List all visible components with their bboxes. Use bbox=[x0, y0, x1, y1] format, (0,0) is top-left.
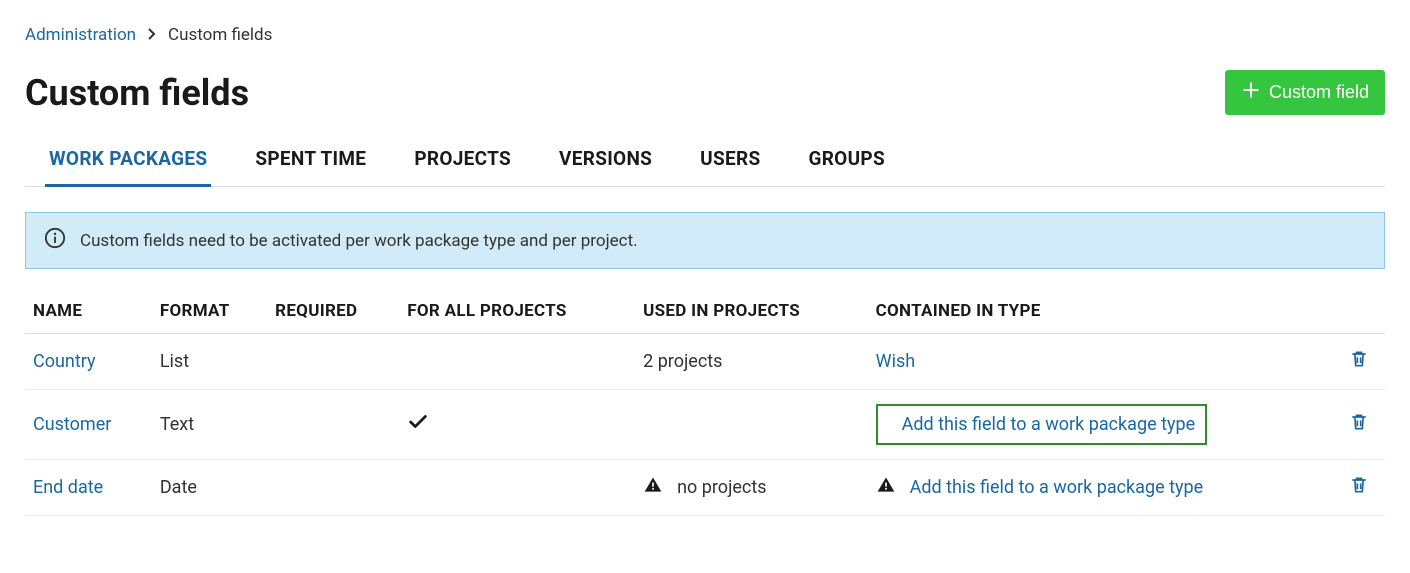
add-custom-field-button[interactable]: Custom field bbox=[1225, 70, 1385, 115]
format-value: Text bbox=[152, 390, 267, 460]
tab-groups[interactable]: GROUPS bbox=[804, 135, 889, 187]
used-in-text: no projects bbox=[677, 477, 766, 498]
type-link[interactable]: Wish bbox=[876, 351, 916, 372]
warning-icon bbox=[643, 475, 663, 500]
contained-in-value: Wish bbox=[868, 334, 1335, 390]
required-value bbox=[267, 334, 399, 390]
used-in-value: no projects bbox=[635, 460, 867, 516]
col-format[interactable]: FORMAT bbox=[152, 289, 267, 334]
for-all-value bbox=[399, 334, 635, 390]
tab-spent-time[interactable]: SPENT TIME bbox=[251, 135, 370, 187]
tab-projects[interactable]: PROJECTS bbox=[410, 135, 515, 187]
used-in-value bbox=[635, 390, 867, 460]
custom-field-name-link[interactable]: Customer bbox=[33, 414, 111, 435]
trash-icon bbox=[1349, 474, 1369, 496]
delete-button[interactable] bbox=[1349, 348, 1369, 370]
table-row: Country List 2 projects Wish bbox=[25, 334, 1385, 390]
col-actions bbox=[1335, 289, 1385, 334]
tab-work-packages[interactable]: WORK PACKAGES bbox=[45, 135, 211, 187]
for-all-value bbox=[399, 390, 635, 460]
breadcrumb-parent-link[interactable]: Administration bbox=[25, 25, 136, 45]
used-in-value: 2 projects bbox=[635, 334, 867, 390]
col-required[interactable]: REQUIRED bbox=[267, 289, 399, 334]
info-banner-text: Custom fields need to be activated per w… bbox=[80, 231, 638, 251]
custom-fields-table: NAME FORMAT REQUIRED FOR ALL PROJECTS US… bbox=[25, 289, 1385, 516]
add-to-type-link[interactable]: Add this field to a work package type bbox=[902, 414, 1196, 435]
warning-icon bbox=[876, 475, 896, 500]
delete-button[interactable] bbox=[1349, 411, 1369, 433]
required-value bbox=[267, 460, 399, 516]
trash-icon bbox=[1349, 348, 1369, 370]
page-title: Custom fields bbox=[25, 72, 249, 114]
page-header: Custom fields Custom field bbox=[25, 70, 1385, 115]
info-banner: Custom fields need to be activated per w… bbox=[25, 212, 1385, 269]
plus-icon bbox=[1241, 80, 1261, 105]
col-used-in[interactable]: USED IN PROJECTS bbox=[635, 289, 867, 334]
custom-field-name-link[interactable]: End date bbox=[33, 477, 103, 498]
for-all-value bbox=[399, 460, 635, 516]
breadcrumb-current: Custom fields bbox=[168, 25, 272, 45]
table-row: End date Date no projects Add this field to… bbox=[25, 460, 1385, 516]
format-value: List bbox=[152, 334, 267, 390]
check-icon bbox=[407, 411, 429, 433]
table-row: Customer Text Add this field to a work pac… bbox=[25, 390, 1385, 460]
tabs: WORK PACKAGES SPENT TIME PROJECTS VERSIO… bbox=[25, 135, 1385, 187]
breadcrumb: Administration Custom fields bbox=[25, 25, 1385, 45]
col-contained-in[interactable]: CONTAINED IN TYPE bbox=[868, 289, 1335, 334]
info-icon bbox=[44, 227, 66, 254]
chevron-right-icon bbox=[148, 25, 156, 45]
contained-in-value: Add this field to a work package type bbox=[868, 390, 1335, 460]
add-to-type-link[interactable]: Add this field to a work package type bbox=[910, 477, 1204, 498]
tab-versions[interactable]: VERSIONS bbox=[555, 135, 656, 187]
required-value bbox=[267, 390, 399, 460]
contained-in-value: Add this field to a work package type bbox=[868, 460, 1335, 516]
format-value: Date bbox=[152, 460, 267, 516]
delete-button[interactable] bbox=[1349, 474, 1369, 496]
tab-users[interactable]: USERS bbox=[696, 135, 764, 187]
trash-icon bbox=[1349, 411, 1369, 433]
col-name[interactable]: NAME bbox=[25, 289, 152, 334]
add-button-label: Custom field bbox=[1269, 82, 1369, 103]
custom-field-name-link[interactable]: Country bbox=[33, 351, 96, 372]
col-for-all[interactable]: FOR ALL PROJECTS bbox=[399, 289, 635, 334]
